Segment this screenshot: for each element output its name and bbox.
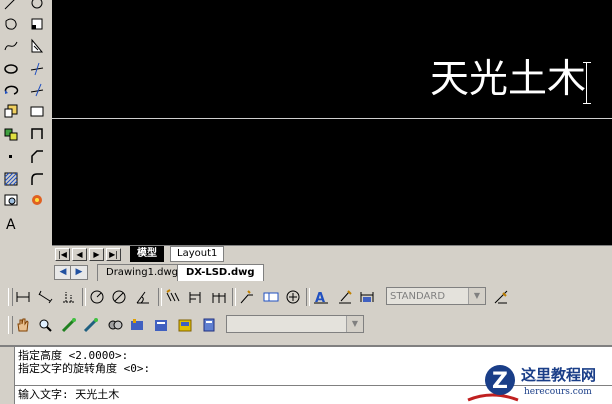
point-icon[interactable] xyxy=(2,148,20,166)
make-block-icon[interactable] xyxy=(2,125,20,143)
tab-dx-lsd[interactable]: DX-LSD.dwg xyxy=(177,264,264,281)
explode-icon[interactable] xyxy=(28,191,46,209)
document-tab-bar: ◀ ▶ Drawing1.dwg DX-LSD.dwg xyxy=(52,262,612,282)
properties-icon[interactable] xyxy=(60,316,78,334)
tab-drawing1[interactable]: Drawing1.dwg xyxy=(97,264,187,281)
canvas-text[interactable]: 天光土木 xyxy=(430,56,586,104)
center-mark-icon[interactable] xyxy=(284,288,302,306)
aligned-dimension-icon[interactable] xyxy=(36,288,54,306)
extend-icon[interactable] xyxy=(28,81,46,99)
command-history-line-2: 指定文字的旋转角度 <0>: xyxy=(18,362,151,375)
markup-icon[interactable] xyxy=(176,316,194,334)
baseline-dimension-icon[interactable] xyxy=(186,288,204,306)
dimension-update-icon[interactable] xyxy=(358,288,376,306)
chevron-down-icon[interactable]: ▼ xyxy=(468,288,485,304)
match-properties-icon[interactable] xyxy=(82,316,100,334)
tab-model[interactable]: 模型 xyxy=(130,246,164,262)
draw-toolbar: A xyxy=(0,0,24,240)
rotate-icon[interactable] xyxy=(28,0,46,12)
next-document-button[interactable]: ▶ xyxy=(70,265,88,280)
last-layout-button[interactable]: ▶| xyxy=(106,248,121,261)
diameter-dimension-icon[interactable] xyxy=(110,288,128,306)
layer-select[interactable]: ▼ xyxy=(226,315,364,333)
trim-icon[interactable] xyxy=(28,60,46,78)
insert-block-icon[interactable] xyxy=(2,102,20,120)
sheet-set-icon[interactable] xyxy=(152,316,170,334)
svg-text:A: A xyxy=(6,217,16,231)
radius-dimension-icon[interactable] xyxy=(88,288,106,306)
tab-layout1[interactable]: Layout1 xyxy=(170,246,225,262)
quick-dimension-icon[interactable] xyxy=(164,288,182,306)
tool-palettes-icon[interactable] xyxy=(128,316,146,334)
ellipse-arc-icon[interactable] xyxy=(2,81,20,99)
command-history-line-1: 指定高度 <2.0000>: xyxy=(18,349,129,362)
multiline-text-icon[interactable]: A xyxy=(2,214,20,232)
watermark-logo-icon: Z xyxy=(467,365,519,402)
spline-icon[interactable] xyxy=(2,37,20,55)
zoom-realtime-icon[interactable] xyxy=(36,316,54,334)
quick-leader-icon[interactable] xyxy=(238,288,256,306)
dimension-style-select[interactable]: STANDARD ▼ xyxy=(386,287,486,305)
dimension-style-icon[interactable] xyxy=(492,288,510,306)
standard-toolbar: ▼ xyxy=(8,312,612,338)
first-layout-button[interactable]: |◀ xyxy=(55,248,70,261)
continue-dimension-icon[interactable] xyxy=(210,288,228,306)
toolbar-grip[interactable] xyxy=(8,316,13,334)
drawing-canvas[interactable]: 天光土木 xyxy=(52,0,612,245)
design-center-icon[interactable] xyxy=(106,316,124,334)
watermark-url: herecours.com xyxy=(524,387,592,397)
modify-toolbar xyxy=(26,0,50,240)
scale-icon[interactable] xyxy=(28,15,46,33)
dimension-toolbar: A STANDARD ▼ xyxy=(8,284,612,310)
polyline-icon[interactable] xyxy=(2,15,20,33)
quick-calc-icon[interactable] xyxy=(200,316,218,334)
hatch-icon[interactable] xyxy=(2,170,20,188)
command-input-line[interactable]: 输入文字: 天光土木 xyxy=(18,389,119,401)
chevron-down-icon[interactable]: ▼ xyxy=(346,316,363,332)
text-cursor-icon xyxy=(583,62,594,104)
fillet-icon[interactable] xyxy=(28,170,46,188)
angular-dimension-icon[interactable] xyxy=(134,288,152,306)
dimension-edit-icon[interactable]: A xyxy=(312,288,330,306)
ordinate-dimension-icon[interactable] xyxy=(60,288,78,306)
prev-layout-button[interactable]: ◀ xyxy=(72,248,87,261)
horizontal-line xyxy=(52,118,612,119)
region-icon[interactable] xyxy=(2,191,20,209)
watermark-title: 这里教程网 xyxy=(521,366,597,384)
pan-icon[interactable] xyxy=(14,316,32,334)
chamfer-icon[interactable] xyxy=(28,148,46,166)
join-icon[interactable] xyxy=(28,125,46,143)
tolerance-icon[interactable] xyxy=(262,288,280,306)
line-icon[interactable] xyxy=(2,0,20,12)
dimension-text-edit-icon[interactable] xyxy=(336,288,354,306)
next-layout-button[interactable]: ▶ xyxy=(89,248,104,261)
ellipse-icon[interactable] xyxy=(2,60,20,78)
dimension-style-value: STANDARD xyxy=(390,291,446,302)
toolbar-grip[interactable] xyxy=(8,288,13,306)
svg-text:Z: Z xyxy=(492,369,508,394)
break-icon[interactable] xyxy=(28,102,46,120)
stretch-icon[interactable] xyxy=(28,37,46,55)
command-window-handle[interactable] xyxy=(0,347,15,404)
layout-tab-bar: |◀ ◀ ▶ ▶| 模型 Layout1 xyxy=(52,245,612,262)
linear-dimension-icon[interactable] xyxy=(14,288,32,306)
watermark: Z 这里教程网 herecours.com xyxy=(464,360,612,404)
